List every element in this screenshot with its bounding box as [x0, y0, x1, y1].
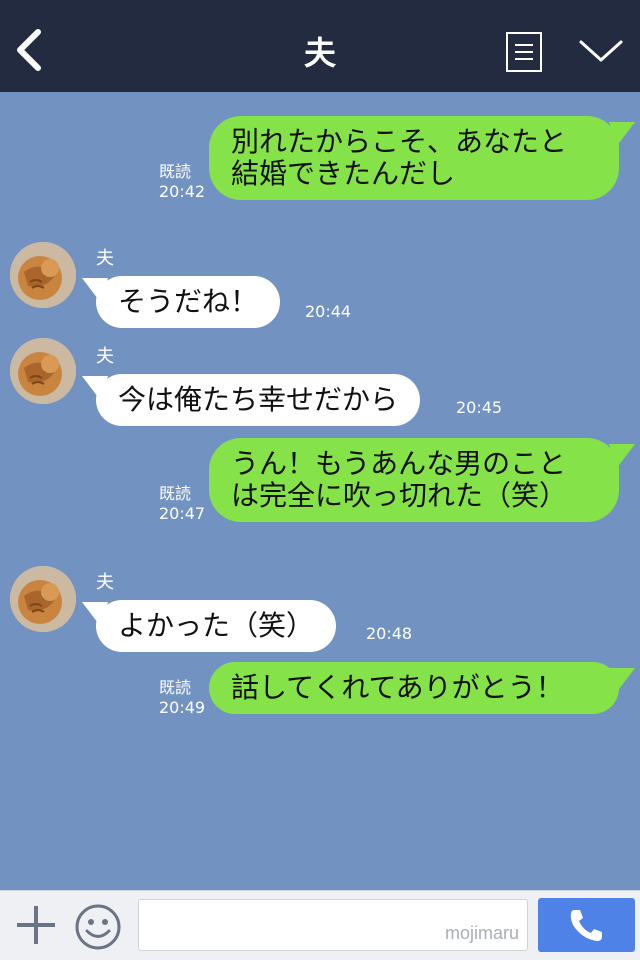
message-time: 20:45 — [456, 398, 503, 417]
read-receipt: 既読 20:49 — [159, 678, 205, 718]
message-line: は完全に吹っ切れた（笑） — [231, 479, 568, 512]
avatar[interactable] — [10, 242, 76, 308]
message-input[interactable]: mojimaru — [138, 899, 528, 951]
phone-icon — [570, 910, 602, 941]
read-label: 既読 — [159, 678, 192, 697]
sender-name: 夫 — [96, 346, 114, 367]
chevron-down-icon[interactable] — [578, 36, 624, 66]
message-time: 20:49 — [159, 698, 206, 717]
input-bar: mojimaru — [0, 890, 640, 960]
message-time: 20:48 — [366, 624, 413, 643]
smiley-icon[interactable] — [74, 903, 122, 951]
message-list[interactable]: 既読 20:42 別れたからこそ、あなたと 結婚できたんだし 夫 そうだね！ 2… — [0, 92, 640, 890]
watermark: mojimaru — [444, 923, 519, 943]
sent-message-bubble[interactable]: 別れたからこそ、あなたと 結婚できたんだし — [209, 116, 619, 200]
avatar[interactable] — [10, 566, 76, 632]
message-line: 別れたからこそ、あなたと — [231, 125, 568, 158]
document-menu-icon[interactable] — [506, 32, 542, 72]
message-line: うん！もうあんな男のこと — [231, 447, 567, 480]
avatar[interactable] — [10, 338, 76, 404]
read-label: 既読 — [159, 484, 192, 503]
sender-name: 夫 — [96, 572, 114, 593]
message-line: そうだね！ — [118, 285, 259, 318]
message-line: 今は俺たち幸せだから — [118, 383, 399, 416]
chat-title: 夫 — [303, 34, 336, 72]
sent-message-bubble[interactable]: 話してくれてありがとう！ — [209, 662, 619, 714]
message-line: 話してくれてありがとう！ — [231, 671, 564, 704]
sender-name: 夫 — [96, 248, 114, 269]
sent-message-bubble[interactable]: うん！もうあんな男のこと は完全に吹っ切れた（笑） — [209, 438, 619, 522]
message-line: よかった（笑） — [118, 609, 315, 642]
message-time: 20:42 — [159, 182, 206, 201]
read-label: 既読 — [159, 162, 192, 181]
received-message-bubble[interactable]: よかった（笑） — [96, 600, 337, 652]
received-message-bubble[interactable]: そうだね！ — [96, 276, 281, 328]
call-button[interactable] — [538, 898, 635, 952]
received-message-bubble[interactable]: 今は俺たち幸せだから — [96, 374, 421, 426]
message-line: 結婚できたんだし — [231, 157, 456, 190]
chat-header: 夫 — [0, 0, 640, 92]
read-receipt: 既読 20:47 — [159, 484, 205, 524]
read-receipt: 既読 20:42 — [159, 162, 205, 202]
message-time: 20:44 — [305, 302, 352, 321]
message-time: 20:47 — [159, 504, 206, 523]
plus-icon[interactable] — [14, 903, 58, 947]
